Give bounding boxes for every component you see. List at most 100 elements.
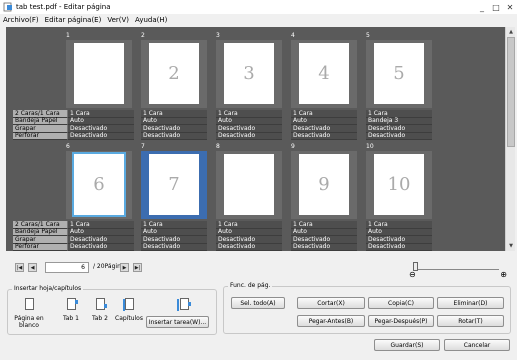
- insert-tab-tool[interactable]: [169, 298, 199, 315]
- copy-button[interactable]: Copia(C): [368, 297, 434, 309]
- page-thumbnail-card[interactable]: 10: [366, 151, 432, 219]
- chapters-icon: [122, 298, 134, 311]
- zoom-in-icon[interactable]: ⊕: [500, 270, 507, 279]
- page-preview-number: 9: [318, 174, 330, 195]
- delete-button[interactable]: Eliminar(D): [437, 297, 504, 309]
- page-thumbnail-card[interactable]: 5: [366, 40, 432, 108]
- minimize-button[interactable]: _: [475, 0, 489, 14]
- property-value[interactable]: Desactivado: [68, 132, 134, 140]
- page-preview: 3: [224, 43, 274, 104]
- page-number: 8: [216, 143, 220, 150]
- page-preview-number: 7: [168, 174, 180, 195]
- page-number: 9: [291, 143, 295, 150]
- insert-sheet-group: Insertar hoja/capítulos Página en blanco…: [7, 285, 217, 335]
- tab1-icon: [66, 298, 78, 310]
- tab2-tool[interactable]: Tab 2: [87, 298, 113, 322]
- paste-after-button[interactable]: Pegar-Después(P): [368, 315, 434, 327]
- insert-tab-icon: [176, 298, 191, 311]
- property-value[interactable]: Desactivado: [68, 243, 134, 251]
- page-preview: 10: [374, 154, 424, 215]
- page-thumbnail-card[interactable]: 9: [291, 151, 357, 219]
- save-button[interactable]: Guardar(S): [374, 339, 440, 351]
- close-button[interactable]: ✕: [503, 0, 517, 14]
- tab2-icon: [95, 298, 107, 310]
- cancel-button[interactable]: Cancelar: [444, 339, 510, 351]
- blank-page-label: Página en blanco: [14, 315, 44, 329]
- menu-ver[interactable]: Ver(V): [104, 16, 132, 24]
- zoom-out-icon[interactable]: ⊖: [409, 270, 416, 279]
- blank-page-tool[interactable]: Página en blanco: [9, 298, 49, 329]
- page-preview-number: 2: [168, 63, 180, 84]
- blank-page-icon: [24, 298, 34, 310]
- zoom-track[interactable]: [415, 269, 499, 270]
- current-page-input[interactable]: 6: [45, 262, 89, 273]
- page-number: 1: [66, 32, 70, 39]
- page-thumbnail-card[interactable]: 3: [216, 40, 282, 108]
- insert-tab-button[interactable]: Insertar tarea(W)...: [146, 316, 209, 328]
- page-preview: 9: [299, 154, 349, 215]
- tab2-label: Tab 2: [92, 315, 108, 322]
- page-thumbnail-card[interactable]: 4: [291, 40, 357, 108]
- tab1-tool[interactable]: Tab 1: [58, 298, 84, 322]
- insert-group-title: Insertar hoja/capítulos: [12, 285, 84, 292]
- property-row-label: Perforar: [13, 132, 68, 140]
- next-page-button[interactable]: ▶: [120, 263, 129, 272]
- first-page-button[interactable]: |◀: [15, 263, 24, 272]
- paste-before-button[interactable]: Pegar-Antes(B): [297, 315, 365, 327]
- cut-button[interactable]: Cortar(X): [297, 297, 365, 309]
- menu-editar-pagina[interactable]: Editar página(E): [42, 16, 105, 24]
- page-viewer[interactable]: 12 Caras/1 Cara 1 Cara Bandeja Papel Auto Gr…: [6, 27, 505, 251]
- chapters-tool[interactable]: Capítulos: [114, 298, 144, 322]
- page-preview-number: 4: [318, 63, 330, 84]
- page-preview-number: 10: [387, 174, 411, 195]
- property-value[interactable]: Desactivado: [141, 132, 207, 140]
- last-page-button[interactable]: ▶|: [133, 263, 142, 272]
- scroll-thumb[interactable]: [507, 37, 515, 147]
- menu-archivo[interactable]: Archivo(F): [0, 16, 42, 24]
- vertical-scrollbar[interactable]: ▲ ▼: [505, 27, 515, 251]
- menu-ayuda[interactable]: Ayuda(H): [132, 16, 170, 24]
- page-preview: 6: [72, 152, 126, 217]
- page-preview: [74, 43, 124, 104]
- page-preview: 7: [149, 154, 199, 215]
- tab1-label: Tab 1: [63, 315, 79, 322]
- title-bar: tab test.pdf - Editar página _ □ ✕: [0, 0, 517, 14]
- property-value[interactable]: Desactivado: [291, 132, 357, 140]
- page-thumbnail-card[interactable]: 2: [141, 40, 207, 108]
- page-thumbnail-card[interactable]: [66, 40, 132, 108]
- page-preview: 2: [149, 43, 199, 104]
- menu-bar: Archivo(F) Editar página(E) Ver(V) Ayuda…: [0, 14, 517, 26]
- chapters-label: Capítulos: [115, 315, 143, 322]
- page-number: 7: [141, 143, 145, 150]
- scroll-down-icon[interactable]: ▼: [506, 241, 516, 251]
- property-row-label: Perforar: [13, 243, 68, 251]
- page-preview: 5: [374, 43, 424, 104]
- property-value[interactable]: Desactivado: [291, 243, 357, 251]
- page-thumbnail-card[interactable]: [216, 151, 282, 219]
- page-function-group: Func. de pág. Sel. todo(A) Cortar(X) Cop…: [223, 282, 511, 334]
- page-number: 2: [141, 32, 145, 39]
- property-value[interactable]: Desactivado: [366, 132, 432, 140]
- page-thumbnail-card[interactable]: 6: [66, 151, 132, 219]
- page-preview-number: 5: [393, 63, 405, 84]
- page-number: 5: [366, 32, 370, 39]
- select-all-button[interactable]: Sel. todo(A): [231, 297, 285, 309]
- property-value[interactable]: Desactivado: [216, 243, 282, 251]
- prev-page-button[interactable]: ◀: [28, 263, 37, 272]
- page-thumbnail-card[interactable]: 7: [141, 151, 207, 219]
- property-value[interactable]: Desactivado: [216, 132, 282, 140]
- property-value[interactable]: Desactivado: [366, 243, 432, 251]
- property-value[interactable]: Desactivado: [141, 243, 207, 251]
- zoom-control: ⊖ ⊕: [409, 255, 507, 279]
- func-group-title: Func. de pág.: [228, 282, 273, 289]
- scroll-up-icon[interactable]: ▲: [506, 27, 516, 37]
- app-icon: [3, 2, 12, 12]
- maximize-button[interactable]: □: [489, 0, 503, 14]
- rotate-button[interactable]: Rotar(T): [437, 315, 504, 327]
- page-preview: 4: [299, 43, 349, 104]
- page-number: 4: [291, 32, 295, 39]
- page-preview-number: 3: [243, 63, 255, 84]
- page-number: 6: [66, 143, 70, 150]
- window-title: tab test.pdf - Editar página: [16, 3, 111, 11]
- page-number: 10: [366, 143, 374, 150]
